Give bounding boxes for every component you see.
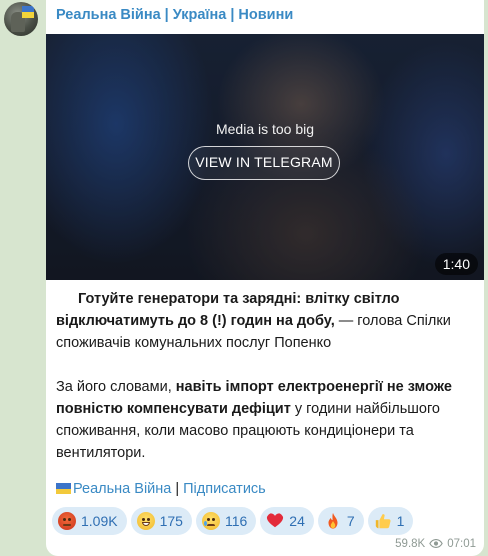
thumbs-up-icon xyxy=(375,514,391,529)
reaction-fire[interactable]: 7 xyxy=(317,507,364,535)
grinning-face-icon xyxy=(136,512,155,530)
message-time: 07:01 xyxy=(447,538,476,550)
avatar-flag-yellow xyxy=(22,12,34,18)
reaction-grin[interactable]: 175 xyxy=(130,507,192,535)
reactions-bar: 1.09K 175 116 24 7 1 xyxy=(52,507,417,535)
paragraph-2-start: За його словами, xyxy=(56,379,176,395)
signature-separator: | xyxy=(175,481,180,497)
message-meta: 59.8K 07:01 xyxy=(395,538,476,550)
eye-icon xyxy=(429,539,443,548)
reaction-count: 1.09K xyxy=(81,513,118,529)
media-too-big-message: Media is too big xyxy=(215,121,315,137)
post-paragraph-1: Готуйте генератори та зарядні: влітку св… xyxy=(56,288,476,354)
channel-title[interactable]: Реальна Війна | Україна | Новини xyxy=(56,7,293,23)
reaction-angry[interactable]: 1.09K xyxy=(52,507,127,535)
channel-avatar[interactable] xyxy=(4,2,38,36)
reaction-count: 1 xyxy=(396,513,405,529)
reaction-thumbs-up[interactable]: 1 xyxy=(367,507,414,535)
red-heart-icon xyxy=(267,513,284,528)
reaction-count: 7 xyxy=(346,513,355,529)
reaction-count: 175 xyxy=(159,513,183,529)
message-bubble: Реальна Війна | Україна | Новини Media i… xyxy=(46,0,484,556)
angry-face-icon xyxy=(58,512,76,530)
subscribe-link[interactable]: Підписатись xyxy=(183,481,266,497)
post-paragraph-2: За його словами, навіть імпорт електроен… xyxy=(56,376,476,464)
post-signature: Реальна Війна | Підписатись xyxy=(56,478,266,500)
video-duration-badge: 1:40 xyxy=(434,253,478,275)
crying-face-icon xyxy=(201,512,220,530)
channel-link[interactable]: Реальна Війна xyxy=(73,481,171,497)
view-count: 59.8K xyxy=(395,538,426,550)
view-in-telegram-button[interactable]: VIEW IN TELEGRAM xyxy=(188,146,340,180)
reaction-count: 116 xyxy=(224,513,248,529)
reaction-count: 24 xyxy=(289,513,305,529)
fire-icon xyxy=(328,512,338,529)
video-preview[interactable]: Media is too big VIEW IN TELEGRAM 1:40 xyxy=(46,34,484,280)
reaction-cry[interactable]: 116 xyxy=(195,507,257,535)
post-text: Готуйте генератори та зарядні: влітку св… xyxy=(56,288,476,464)
ukraine-flag-icon xyxy=(56,483,71,494)
reaction-heart[interactable]: 24 xyxy=(260,507,314,535)
